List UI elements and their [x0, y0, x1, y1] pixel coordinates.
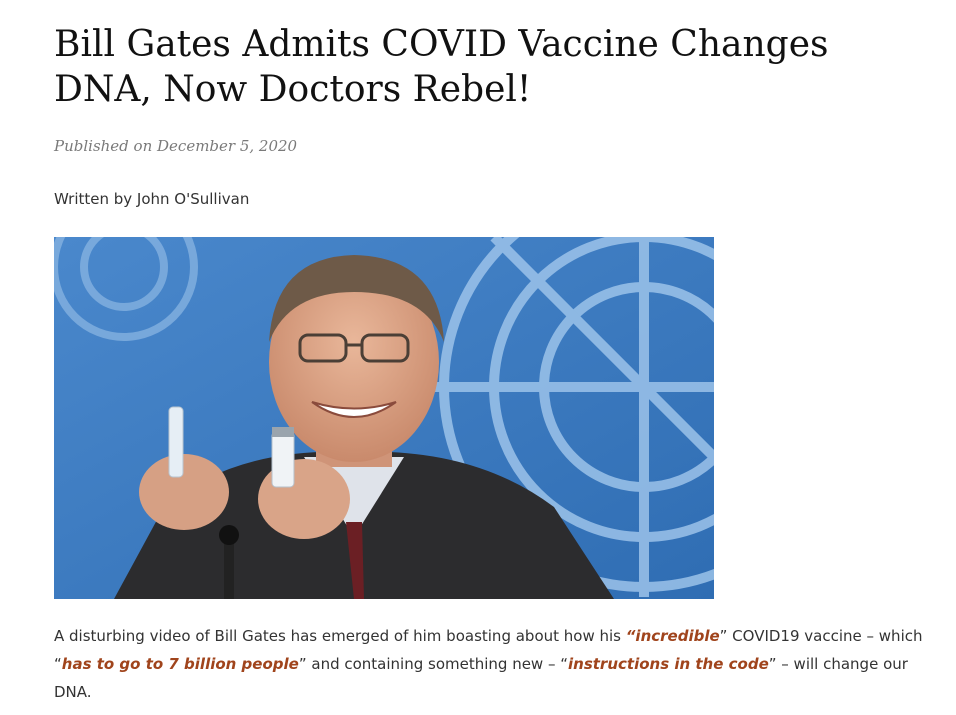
article-title: Bill Gates Admits COVID Vaccine Changes … [54, 24, 829, 110]
quote-incredible: “incredible [625, 627, 720, 645]
article: Bill Gates Admits COVID Vaccine Changes … [0, 0, 956, 715]
quote-instructions: instructions in the code [568, 655, 769, 673]
author-byline: Written by John O'Sullivan [54, 190, 250, 208]
body-text-3: ” and containing something new – “ [298, 655, 569, 673]
article-photo [54, 237, 714, 599]
article-photo-illustration [54, 237, 714, 599]
body-text-1: A disturbing video of Bill Gates has eme… [54, 627, 626, 645]
article-body: A disturbing video of Bill Gates has eme… [54, 622, 934, 706]
quote-7-billion: has to go to 7 billion people [61, 655, 299, 673]
published-date: Published on December 5, 2020 [54, 137, 298, 155]
